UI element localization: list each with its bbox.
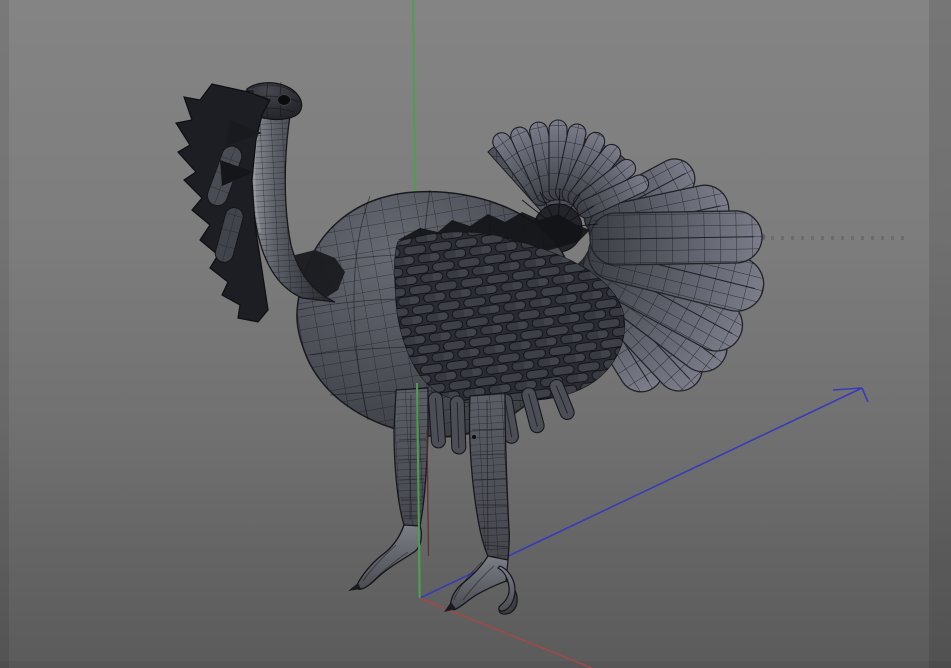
left-foot[interactable] <box>357 525 421 589</box>
z-axis-arrowhead <box>862 388 868 402</box>
3d-viewport[interactable] <box>0 0 951 668</box>
leg-edge-seam <box>427 430 429 556</box>
bottom-edge-shade <box>0 661 951 668</box>
right-edge-shade <box>929 0 951 668</box>
viewport-canvas <box>0 0 951 668</box>
eye <box>278 95 291 106</box>
left-edge-shade <box>0 0 9 668</box>
ostrich-model[interactable] <box>176 82 769 614</box>
stray-vertex-dot <box>472 435 476 439</box>
background-artifact-dashes <box>759 234 907 241</box>
